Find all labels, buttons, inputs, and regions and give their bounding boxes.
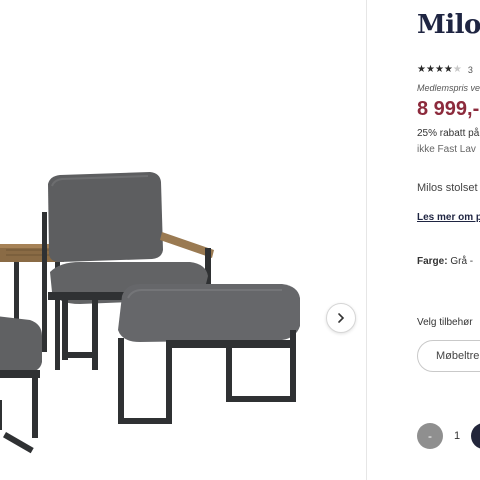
star-full-icon: ★ — [417, 64, 426, 75]
ottoman-image — [118, 284, 300, 424]
accessories-label: Velg tilbehør — [417, 317, 473, 328]
member-price-text: Medlemspris ve — [417, 83, 480, 93]
gallery-next-button[interactable] — [326, 303, 356, 333]
star-full-icon: ★ — [425, 64, 435, 75]
product-price: 8 999,- — [417, 98, 480, 120]
product-rating[interactable]: ★ ★ ★ ★ ★ 3 — [417, 65, 473, 76]
accessory-chip[interactable]: Møbeltre — [417, 340, 480, 372]
product-title: Milos — [417, 10, 480, 40]
rating-stars: ★ ★ ★ ★ ★ — [417, 65, 462, 75]
chevron-right-icon — [338, 313, 345, 323]
star-full-icon: ★ — [434, 64, 444, 75]
product-info-panel: Milos ★ ★ ★ ★ ★ 3 Medlemspris ve 8 999,-… — [367, 0, 480, 480]
read-more-link[interactable]: Les mer om p — [417, 212, 480, 223]
discount-text: 25% rabatt på — [417, 128, 480, 139]
color-label: Farge: — [417, 256, 448, 267]
left-ottoman-image — [0, 316, 42, 454]
product-description: Milos stolset — [417, 182, 478, 194]
accessory-chip-label: Møbeltre — [436, 350, 480, 362]
color-selector[interactable]: Farge: Grå - — [417, 256, 473, 267]
star-half-icon: ★ — [443, 64, 453, 75]
quantity-decrease-button[interactable]: - — [417, 423, 443, 449]
quantity-value[interactable]: 1 — [443, 430, 471, 442]
quantity-stepper: - 1 + — [417, 423, 480, 449]
color-value: Grå - — [450, 256, 474, 267]
discount-subtext: ikke Fast Lav — [417, 144, 476, 155]
star-empty-icon: ★ — [452, 64, 462, 75]
product-image — [0, 172, 300, 454]
product-image-gallery[interactable] — [0, 0, 366, 480]
quantity-increase-button[interactable]: + — [471, 423, 480, 449]
review-count: 3 — [467, 65, 473, 75]
